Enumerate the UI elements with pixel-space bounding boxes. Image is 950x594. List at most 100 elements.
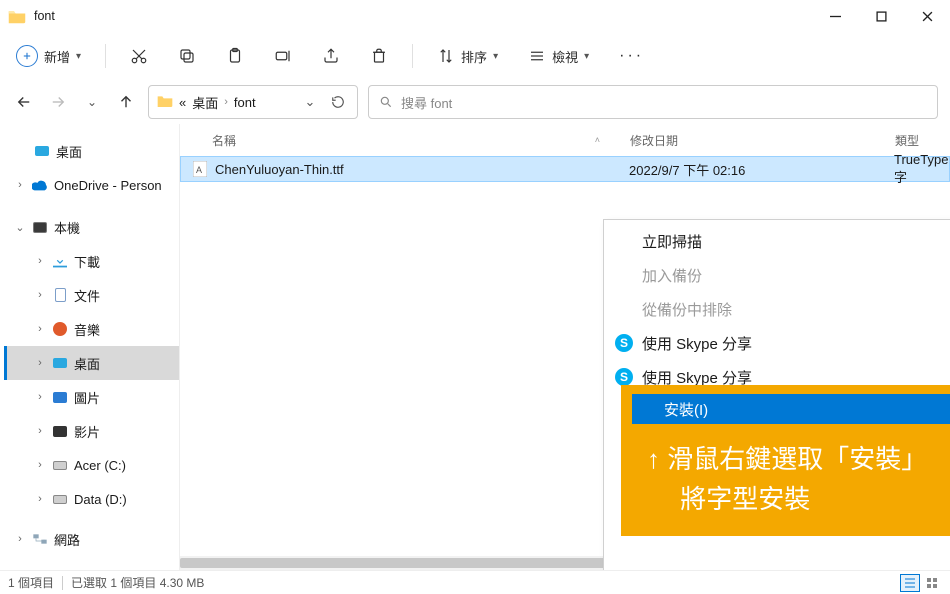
tree-label: 網路 xyxy=(54,530,80,549)
chevron-down-icon: ▾ xyxy=(76,51,81,62)
expand-icon[interactable]: › xyxy=(34,357,46,369)
details-view-button[interactable] xyxy=(900,574,920,592)
download-icon xyxy=(52,253,68,269)
expand-icon[interactable]: › xyxy=(14,533,26,545)
forward-button[interactable] xyxy=(46,90,70,114)
separator xyxy=(412,44,413,68)
up-button[interactable] xyxy=(114,90,138,114)
breadcrumb-desktop[interactable]: 桌面 xyxy=(192,93,218,112)
toolbar: 新增 ▾ 排序 ▾ 檢視 ▾ ··· xyxy=(0,32,950,80)
delete-button[interactable] xyxy=(364,43,394,69)
breadcrumb-current[interactable]: font xyxy=(234,95,256,110)
sort-button[interactable]: 排序 ▾ xyxy=(431,43,504,70)
tree-label: 音樂 xyxy=(74,320,100,339)
expand-icon[interactable]: › xyxy=(34,255,46,267)
sort-indicator-icon: ˄ xyxy=(595,135,600,145)
tree-label: Data (D:) xyxy=(74,492,127,507)
window-controls xyxy=(812,0,950,32)
tree-item-thispc[interactable]: ⌄ 本機 xyxy=(4,210,179,244)
search-placeholder: 搜尋 font xyxy=(401,93,452,112)
cloud-icon xyxy=(32,177,48,193)
music-icon xyxy=(52,321,68,337)
breadcrumb-prefix: « xyxy=(179,95,186,110)
document-icon xyxy=(52,287,68,303)
menu-item-skype-1[interactable]: S 使用 Skype 分享 xyxy=(604,326,950,360)
window-title: font xyxy=(34,9,55,23)
drive-icon xyxy=(52,491,68,507)
titlebar: font xyxy=(0,0,950,32)
tree-item-pictures[interactable]: › 圖片 xyxy=(4,380,179,414)
tree-label: Acer (C:) xyxy=(74,458,126,473)
expand-icon[interactable]: › xyxy=(34,289,46,301)
view-button[interactable]: 檢視 ▾ xyxy=(522,43,595,70)
maximize-button[interactable] xyxy=(858,0,904,32)
drive-icon xyxy=(52,457,68,473)
tree-label: 本機 xyxy=(54,218,80,237)
menu-item-scan[interactable]: 立即掃描 xyxy=(604,224,950,258)
search-input[interactable]: 搜尋 font xyxy=(368,85,938,119)
menu-item-backup-add: 加入備份 xyxy=(604,258,950,292)
expand-icon[interactable]: › xyxy=(34,425,46,437)
minimize-button[interactable] xyxy=(812,0,858,32)
expand-icon[interactable]: › xyxy=(34,323,46,335)
navigation-tree: 桌面 › OneDrive - Person ⌄ 本機 › 下載 › 文件 › … xyxy=(0,124,180,570)
tree-item-onedrive[interactable]: › OneDrive - Person xyxy=(4,168,179,202)
view-label: 檢視 xyxy=(552,47,578,66)
annotation-text: ↑ 滑鼠右鍵選取「安裝」 將字型安裝 xyxy=(629,433,950,536)
nav-row: ⌄ « 桌面 › font ⌄ 搜尋 font xyxy=(0,80,950,124)
file-list: 名稱 ˄ 修改日期 類型 A ChenYuluoyan-Thin.ttf 202… xyxy=(180,124,950,570)
icons-view-button[interactable] xyxy=(922,574,942,592)
column-header-name[interactable]: 名稱 ˄ xyxy=(212,132,630,149)
status-item-count: 1 個項目 xyxy=(8,574,54,591)
expand-icon[interactable]: › xyxy=(14,179,26,191)
copy-button[interactable] xyxy=(172,43,202,69)
column-header-date[interactable]: 修改日期 xyxy=(630,132,895,149)
more-button[interactable]: ··· xyxy=(613,43,650,69)
refresh-button[interactable] xyxy=(327,95,349,109)
share-button[interactable] xyxy=(316,43,346,69)
tree-item-desktop[interactable]: 桌面 xyxy=(4,134,179,168)
cut-button[interactable] xyxy=(124,43,154,69)
search-icon xyxy=(379,95,393,109)
pc-icon xyxy=(32,219,48,235)
chevron-right-icon: › xyxy=(224,96,228,108)
back-button[interactable] xyxy=(12,90,36,114)
column-header-type[interactable]: 類型 xyxy=(895,132,950,149)
tree-item-documents[interactable]: › 文件 xyxy=(4,278,179,312)
tree-item-desktop-2[interactable]: › 桌面 xyxy=(4,346,179,380)
paste-button[interactable] xyxy=(220,43,250,69)
tree-item-downloads[interactable]: › 下載 xyxy=(4,244,179,278)
separator xyxy=(62,576,63,590)
network-icon xyxy=(32,531,48,547)
status-selection: 已選取 1 個項目 4.30 MB xyxy=(71,574,204,591)
menu-item-open-file[interactable]: 開啟檔案(H)... xyxy=(604,562,950,570)
collapse-icon[interactable]: ⌄ xyxy=(14,221,26,234)
history-dropdown[interactable]: ⌄ xyxy=(299,94,321,110)
tree-label: 桌面 xyxy=(74,354,100,373)
tree-item-music[interactable]: › 音樂 xyxy=(4,312,179,346)
tree-item-videos[interactable]: › 影片 xyxy=(4,414,179,448)
separator xyxy=(105,44,106,68)
expand-icon[interactable]: › xyxy=(34,493,46,505)
new-label: 新增 xyxy=(44,47,70,66)
status-bar: 1 個項目 已選取 1 個項目 4.30 MB xyxy=(0,570,950,594)
file-row[interactable]: A ChenYuluoyan-Thin.ttf 2022/9/7 下午 02:1… xyxy=(180,156,950,182)
close-button[interactable] xyxy=(904,0,950,32)
file-type: TrueType 字 xyxy=(894,152,949,186)
desktop-icon xyxy=(52,355,68,371)
tree-label: 圖片 xyxy=(74,388,100,407)
folder-icon xyxy=(8,8,26,24)
tree-item-drive-c[interactable]: › Acer (C:) xyxy=(4,448,179,482)
rename-button[interactable] xyxy=(268,43,298,69)
tree-item-network[interactable]: › 網路 xyxy=(4,522,179,556)
menu-item-install[interactable]: 安裝(I) xyxy=(632,394,950,424)
expand-icon[interactable]: › xyxy=(34,459,46,471)
expand-icon[interactable]: › xyxy=(34,391,46,403)
tutorial-annotation: 安裝(I) ↑ 滑鼠右鍵選取「安裝」 將字型安裝 xyxy=(621,385,950,536)
folder-icon xyxy=(157,94,173,111)
new-button[interactable]: 新增 ▾ xyxy=(10,41,87,71)
tree-item-drive-d[interactable]: › Data (D:) xyxy=(4,482,179,516)
address-bar[interactable]: « 桌面 › font ⌄ xyxy=(148,85,358,119)
skype-icon: S xyxy=(614,333,634,353)
recent-button[interactable]: ⌄ xyxy=(80,90,104,114)
